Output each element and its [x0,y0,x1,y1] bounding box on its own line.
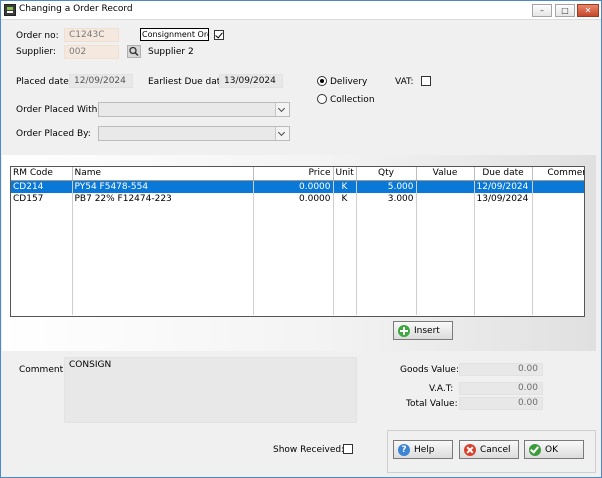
restore-icon[interactable]: □ [555,4,575,17]
cell-price: 0.0000 [253,180,334,193]
grid-empty-space [11,204,584,315]
cell-comment [532,180,584,193]
help-button-label: Help [414,444,435,455]
window-title: Changing a Order Record [19,4,133,14]
order-lines-grid[interactable]: RM Code Name Price Unit Qty Value Due da… [10,166,585,317]
earliest-due-field: 13/09/2024 [219,74,283,88]
col-price[interactable]: Price [253,167,334,181]
grid-header-row: RM Code Name Price Unit Qty Value Due da… [11,167,584,181]
supplier-search-icon[interactable] [127,45,141,58]
chevron-down-icon[interactable] [275,127,289,140]
cancel-button[interactable]: Cancel [459,440,519,459]
cell-unit: K [333,192,357,205]
cell-rm-code: CD157 [11,192,73,205]
insert-button[interactable]: Insert [393,321,453,340]
cell-comment [532,192,584,205]
col-name[interactable]: Name [72,167,254,181]
close-icon[interactable]: ✕ [577,4,599,17]
total-value-label: Total Value: [406,399,458,409]
cell-price: 0.0000 [253,192,334,205]
check-icon [529,443,541,456]
cell-due-date: 13/09/2024 [474,192,533,205]
comment-textarea[interactable]: CONSIGN [64,357,357,423]
minimize-icon[interactable]: – [532,4,552,17]
comment-label: Comment: [19,365,67,375]
vat-checkbox[interactable] [421,76,431,86]
consignment-order-label: Consignment Order [140,28,209,41]
cell-value [416,180,475,193]
help-button[interactable]: ? Help [393,440,453,459]
show-received-checkbox[interactable] [343,444,353,454]
help-icon: ? [398,443,410,456]
col-rm-code[interactable]: RM Code [11,167,73,181]
placed-with-label: Order Placed With: [16,105,101,115]
consignment-order-checkbox[interactable] [214,30,224,40]
supplier-label: Supplier: [16,47,56,57]
vat-label: VAT: [395,77,414,87]
table-row[interactable]: CD157 PB7 22% F12474-223 0.0000 K 3.000 … [11,192,584,205]
vat-value-field: 0.00 [459,382,543,395]
supplier-code-field[interactable]: 002 [64,45,119,59]
placed-by-dropdown[interactable] [98,126,290,141]
cell-name: PB7 22% F12474-223 [72,192,254,205]
insert-button-label: Insert [414,325,440,336]
col-value[interactable]: Value [416,167,475,181]
supplier-name: Supplier 2 [148,47,194,57]
goods-value-field: 0.00 [459,363,543,376]
col-due-date[interactable]: Due date [474,167,533,181]
placed-by-label: Order Placed By: [16,129,91,139]
delivery-radio[interactable] [317,76,327,86]
delivery-label: Delivery [330,77,368,87]
chevron-down-icon[interactable] [275,103,289,116]
col-unit[interactable]: Unit [333,167,357,181]
placed-date-label: Placed date: [16,77,72,87]
goods-value-label: Goods Value: [400,365,459,375]
collection-radio[interactable] [317,94,327,104]
cell-name: PY54 F5478-554 [72,180,254,193]
order-no-label: Order no: [16,31,59,41]
app-icon [4,4,16,16]
placed-date-field: 12/09/2024 [69,74,133,88]
placed-with-dropdown[interactable] [98,102,290,117]
total-value-field: 0.00 [459,397,543,410]
cancel-button-label: Cancel [480,444,511,455]
order-no-field[interactable]: C1243C [64,28,119,42]
order-record-window: Changing a Order Record – □ ✕ Order no: … [0,0,602,478]
plus-icon [398,324,410,337]
cell-due-date: 12/09/2024 [474,180,533,193]
vat-total-label: V.A.T: [429,384,454,394]
collection-label: Collection [330,95,375,105]
show-received-label: Show Received: [273,445,345,455]
cell-qty: 5.000 [356,180,417,193]
ok-button[interactable]: OK [524,440,584,459]
cell-value [416,192,475,205]
ok-button-label: OK [545,444,558,455]
cell-qty: 3.000 [356,192,417,205]
col-qty[interactable]: Qty [356,167,417,181]
earliest-due-label: Earliest Due date: [148,77,229,87]
table-row[interactable]: CD214 PY54 F5478-554 0.0000 K 5.000 12/0… [11,180,584,193]
cancel-icon [464,443,476,456]
cell-unit: K [333,180,357,193]
col-comment[interactable]: Comment [532,167,584,181]
cell-rm-code: CD214 [11,180,73,193]
title-bar: Changing a Order Record – □ ✕ [1,1,601,20]
